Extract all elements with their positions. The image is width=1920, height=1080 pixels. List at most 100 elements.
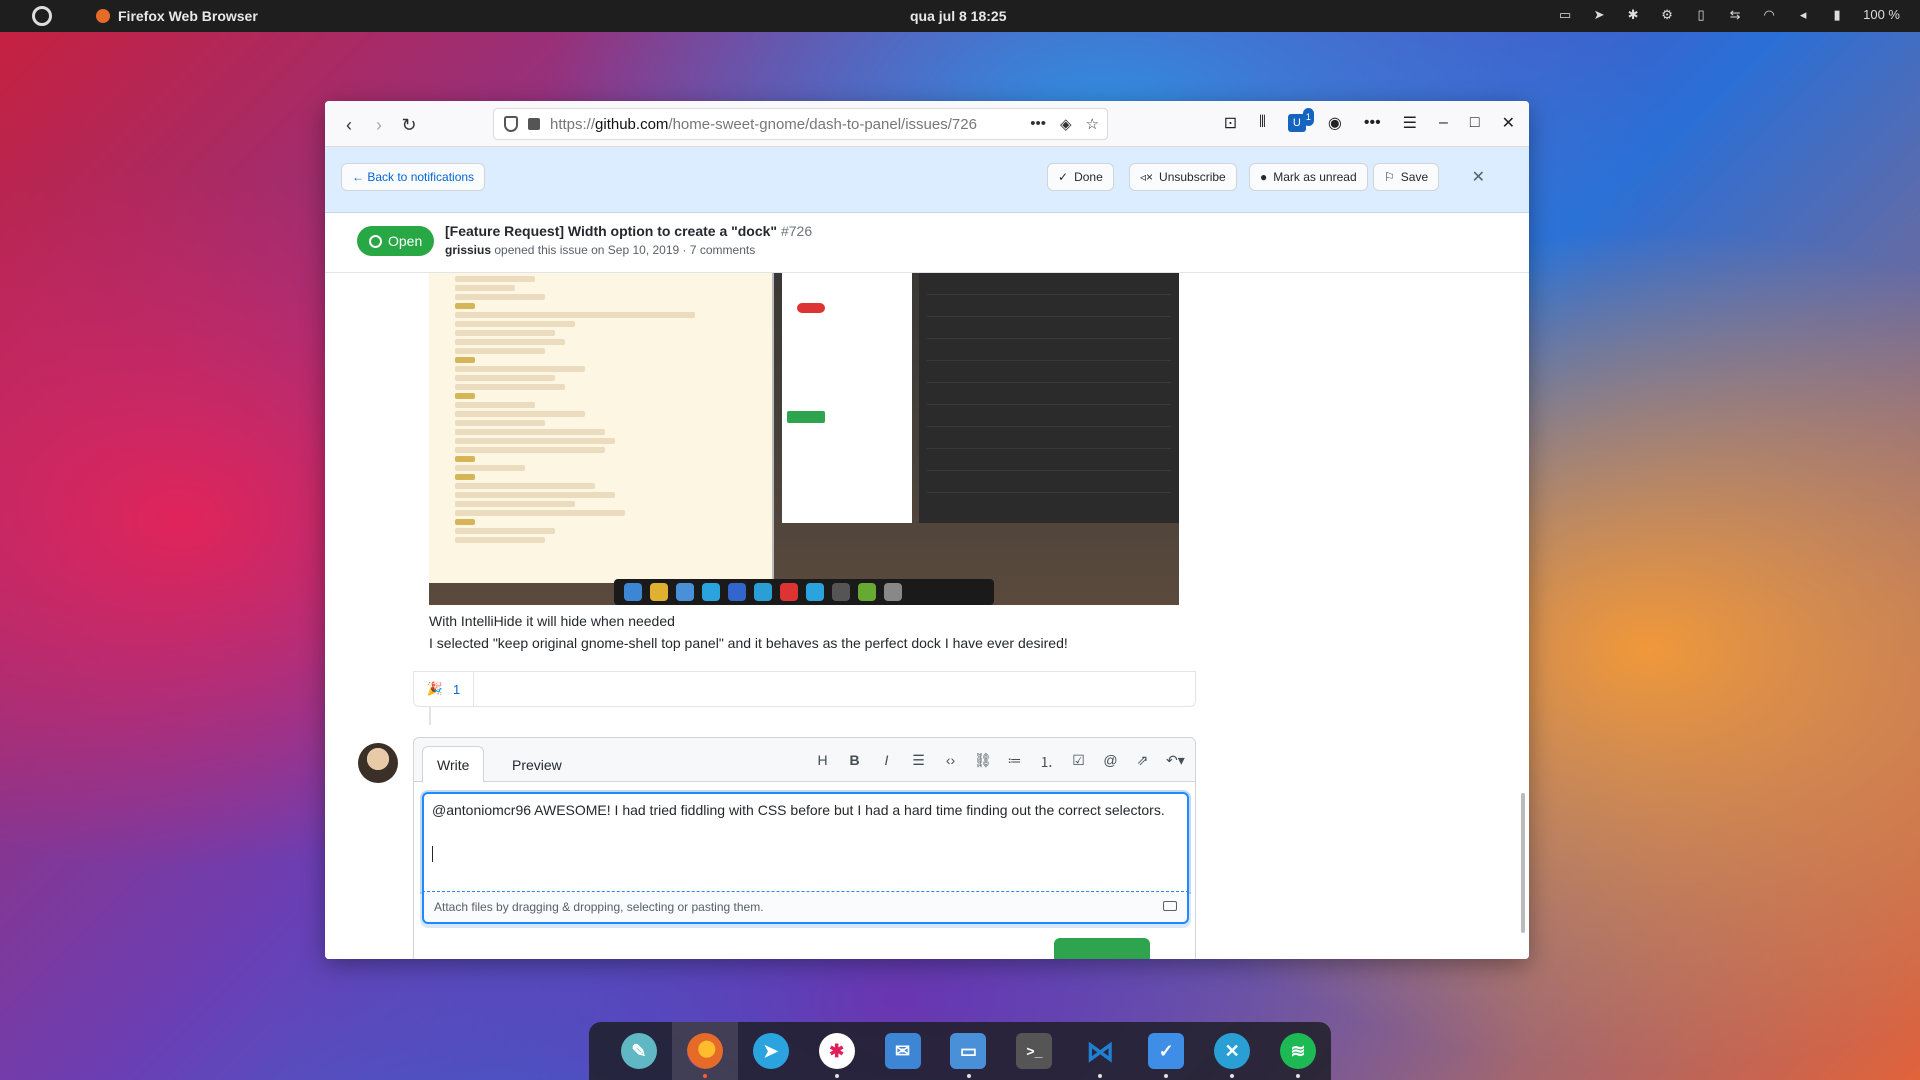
dock-item-bitwarden[interactable]: ✕ xyxy=(1199,1022,1265,1080)
cross-reference-icon[interactable]: ⇗ xyxy=(1134,752,1151,772)
text-caret xyxy=(432,846,433,862)
toolbar-right: ⊡ ⫴ U1 ◉ ••• ☰ – □ ✕ xyxy=(1224,108,1515,133)
tracking-shield-icon[interactable] xyxy=(504,116,518,132)
wifi-icon[interactable]: ◠ xyxy=(1761,7,1777,23)
app-menu[interactable]: Firefox Web Browser xyxy=(96,8,258,24)
attach-files-area[interactable]: Attach files by dragging & dropping, sel… xyxy=(422,892,1189,924)
issue-content: With IntelliHide it will hide when neede… xyxy=(325,273,1529,959)
pocket-icon[interactable]: ◈ xyxy=(1060,115,1072,133)
close-window-icon[interactable]: ✕ xyxy=(1502,113,1515,133)
more-icon[interactable]: ••• xyxy=(1364,114,1381,132)
dock-item-files[interactable]: ▭ xyxy=(936,1022,1002,1080)
forward-icon[interactable]: › xyxy=(367,113,391,137)
app-name-label: Firefox Web Browser xyxy=(118,8,258,24)
library-icon[interactable]: ⫴ xyxy=(1259,114,1266,132)
reactions-bar: 🎉 1 xyxy=(413,671,1196,707)
numbered-list-icon[interactable]: ⒈ xyxy=(1038,752,1055,772)
running-indicator xyxy=(702,1074,707,1078)
close-notification-icon[interactable]: ✕ xyxy=(1472,167,1485,187)
url-text[interactable]: https://github.com/home-sweet-gnome/dash… xyxy=(550,116,977,133)
saved-replies-icon[interactable]: ↶▾ xyxy=(1166,752,1185,772)
screen-icon[interactable]: ▭ xyxy=(1557,7,1573,23)
avatar[interactable] xyxy=(358,743,398,783)
reaction-hooray-button[interactable]: 🎉 1 xyxy=(414,671,474,707)
tab-write[interactable]: Write xyxy=(422,746,485,783)
comment-submit-button[interactable] xyxy=(1054,938,1150,959)
issue-title[interactable]: [Feature Request] Width option to create… xyxy=(445,223,812,239)
done-button[interactable]: ✓ Done xyxy=(1047,163,1114,191)
code-icon[interactable]: ‹› xyxy=(942,752,959,772)
minimize-icon[interactable]: – xyxy=(1439,114,1448,132)
quote-icon[interactable]: ☰ xyxy=(910,752,927,772)
running-indicator xyxy=(966,1074,971,1078)
back-to-notifications-button[interactable]: ← Back to notifications xyxy=(341,163,486,191)
spotify-icon: ≋ xyxy=(1280,1033,1317,1069)
page-actions-icon[interactable]: ••• xyxy=(1030,115,1046,133)
extension-icon[interactable]: ◉ xyxy=(1328,113,1342,133)
lock-icon[interactable] xyxy=(528,118,540,130)
page-scrollbar[interactable] xyxy=(1521,793,1525,933)
dock-item-mail[interactable]: ✉ xyxy=(870,1022,936,1080)
dock: ✎ ➤ ✱ ✉ ▭ >_ ⋈ ✓ ✕ ≋ xyxy=(589,1022,1331,1080)
bitwarden-icon: ✕ xyxy=(1214,1033,1251,1069)
comment-line-2: I selected "keep original gnome-shell to… xyxy=(429,635,1068,651)
dock-item-terminal[interactable]: >_ xyxy=(1001,1022,1067,1080)
markdown-icon[interactable] xyxy=(1163,901,1177,911)
editor-tabs: Write Preview H B I ☰ ‹› ⛓ ≔ ⒈ ☑ @ ⇗ ↶▾ xyxy=(414,738,1195,783)
issue-author[interactable]: grissius xyxy=(445,243,491,257)
dock-item-todo[interactable]: ✓ xyxy=(1133,1022,1199,1080)
comment-textarea[interactable]: @antoniomcr96 AWESOME! I had tried fiddl… xyxy=(422,792,1189,892)
volume-icon[interactable]: ◂ xyxy=(1795,7,1811,23)
comment-screenshot-image[interactable] xyxy=(429,273,1179,605)
bitwarden-extension-icon[interactable]: U1 xyxy=(1287,108,1314,132)
url-bar[interactable]: https://github.com/home-sweet-gnome/dash… xyxy=(493,108,1108,140)
clipboard-icon[interactable]: ▯ xyxy=(1693,7,1709,23)
dock-item-spotify[interactable]: ≋ xyxy=(1265,1022,1331,1080)
dock-item-telegram[interactable]: ➤ xyxy=(738,1022,804,1080)
notification-bar: ← Back to notifications ✓ Done ◃× Unsubscr… xyxy=(325,147,1529,213)
browser-preview-image xyxy=(782,273,912,523)
hamburger-menu-icon[interactable]: ☰ xyxy=(1403,113,1417,133)
dock-item-slack[interactable]: ✱ xyxy=(804,1022,870,1080)
dock-item-vscode[interactable]: ⋈ xyxy=(1067,1022,1133,1080)
telegram-tray-icon[interactable]: ➤ xyxy=(1591,7,1607,23)
save-button[interactable]: ⚐ Save xyxy=(1373,163,1440,191)
firefox-window: ‹ › ↻ https://github.com/home-sweet-gnom… xyxy=(325,101,1529,959)
battery-icon[interactable]: ▮ xyxy=(1829,7,1845,23)
firefox-icon xyxy=(686,1033,723,1069)
running-indicator xyxy=(1098,1074,1103,1078)
mark-as-unread-button[interactable]: ● Mark as unread xyxy=(1249,163,1368,191)
screenshot-icon[interactable]: ⊡ xyxy=(1224,113,1237,133)
back-icon[interactable]: ‹ xyxy=(337,113,361,137)
slack-tray-icon[interactable]: ✱ xyxy=(1625,7,1641,23)
bullet-list-icon[interactable]: ≔ xyxy=(1006,752,1023,772)
dock-item-firefox[interactable] xyxy=(671,1022,738,1080)
reload-icon[interactable]: ↻ xyxy=(397,113,421,137)
check-icon: ✓ xyxy=(1058,170,1069,184)
dock-item-gnome-tweaks[interactable]: ✎ xyxy=(606,1022,672,1080)
task-list-icon[interactable]: ☑ xyxy=(1070,752,1087,772)
markdown-toolbar: H B I ☰ ‹› ⛓ ≔ ⒈ ☑ @ ⇗ ↶▾ xyxy=(814,752,1185,772)
vscode-icon: ⋈ xyxy=(1086,1035,1115,1067)
activities-icon[interactable] xyxy=(32,6,52,26)
maximize-icon[interactable]: □ xyxy=(1470,114,1480,132)
top-bar: Firefox Web Browser qua jul 8 18:25 ▭ ➤ … xyxy=(0,0,1920,32)
running-indicator xyxy=(1230,1074,1235,1078)
files-icon: ▭ xyxy=(950,1033,987,1069)
italic-icon[interactable]: I xyxy=(878,752,895,772)
browser-toolbar: ‹ › ↻ https://github.com/home-sweet-gnom… xyxy=(325,101,1529,147)
mail-icon: ✉ xyxy=(884,1033,921,1069)
bold-icon[interactable]: B xyxy=(846,752,863,772)
clock[interactable]: qua jul 8 18:25 xyxy=(910,8,1006,24)
link-icon[interactable]: ⛓ xyxy=(974,752,992,772)
network-icon[interactable]: ⇆ xyxy=(1727,7,1743,23)
unsubscribe-button[interactable]: ◃× Unsubscribe xyxy=(1129,163,1237,191)
tab-preview[interactable]: Preview xyxy=(498,746,576,783)
mention-icon[interactable]: @ xyxy=(1102,752,1119,772)
bookmark-star-icon[interactable]: ☆ xyxy=(1086,115,1099,133)
heading-icon[interactable]: H xyxy=(814,752,831,772)
extension-tray-icon[interactable]: ⚙ xyxy=(1659,7,1675,23)
issue-open-icon xyxy=(369,234,382,248)
running-indicator xyxy=(1164,1074,1169,1078)
running-indicator xyxy=(834,1074,839,1078)
